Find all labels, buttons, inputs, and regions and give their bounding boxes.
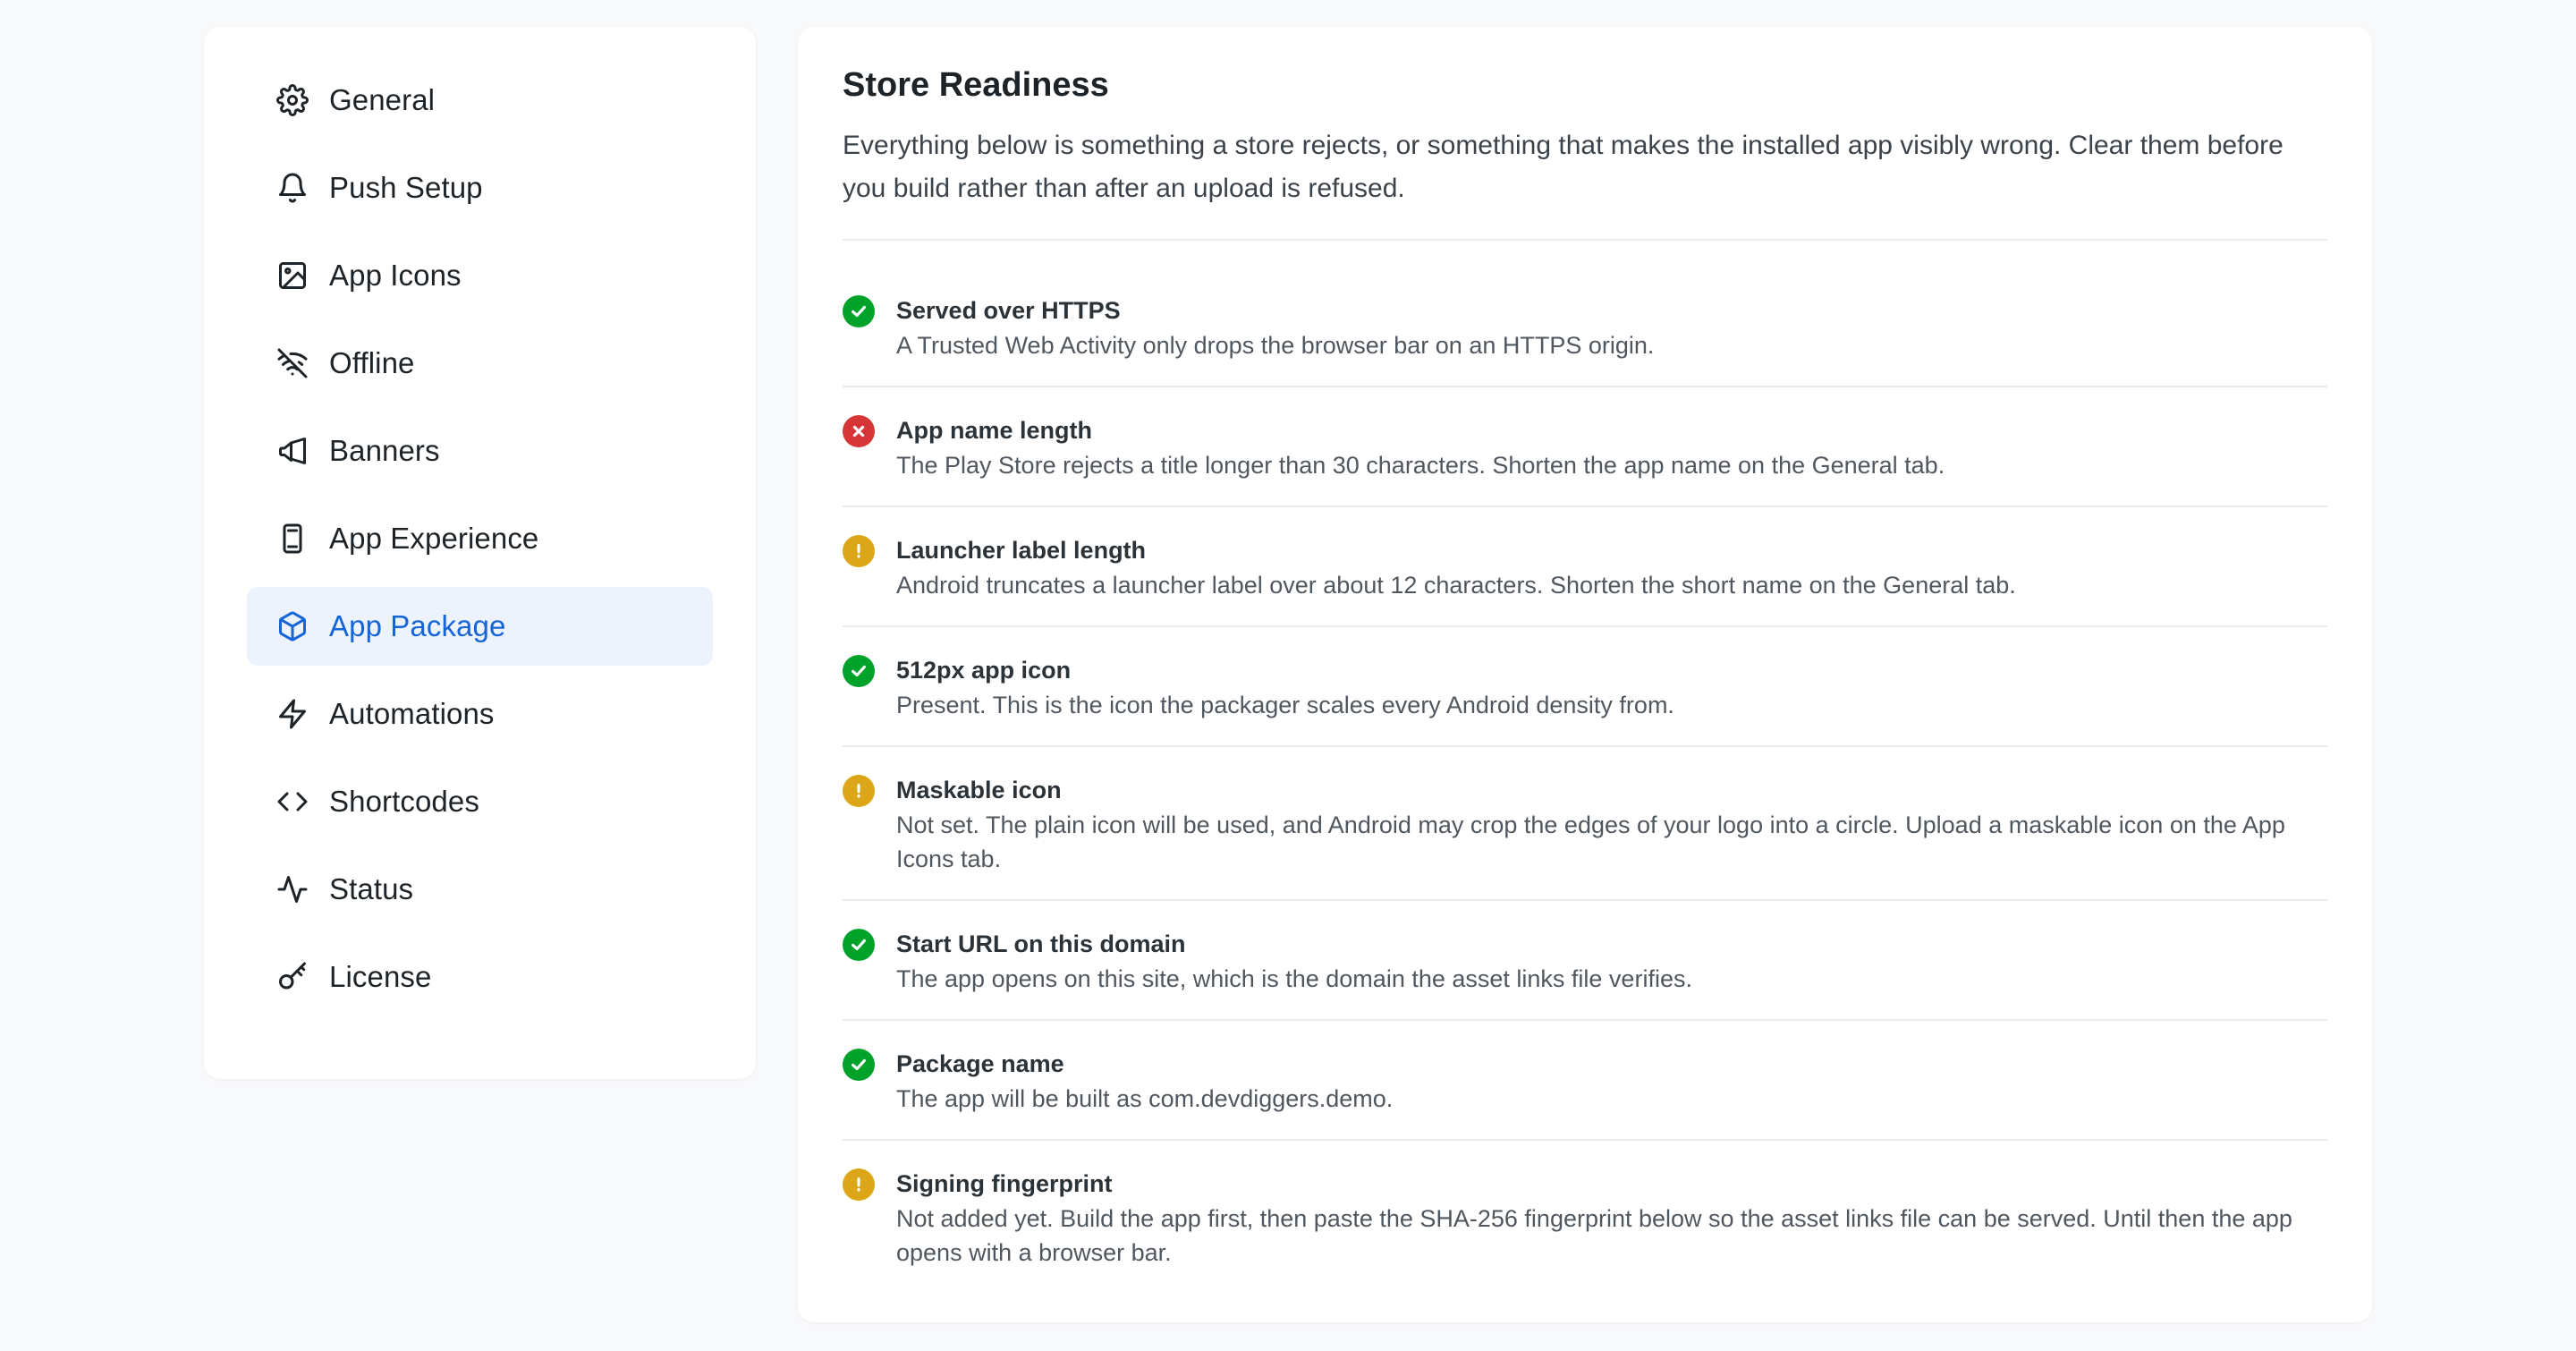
check-circle-icon	[843, 295, 875, 327]
sidebar-item-label: Offline	[329, 346, 415, 379]
settings-sidebar: General Push Setup App Icons Offline Ban…	[204, 27, 756, 1079]
check-description: The app will be built as com.devdiggers.…	[896, 1085, 1394, 1112]
check-title: Signing fingerprint	[896, 1170, 1113, 1197]
sidebar-item-label: App Package	[329, 609, 506, 642]
check-title: Launcher label length	[896, 537, 1147, 564]
check-description: Not set. The plain icon will be used, an…	[896, 811, 2285, 872]
sidebar-item-app-package[interactable]: App Package	[247, 587, 713, 666]
megaphone-icon	[275, 434, 309, 468]
check-description: Not added yet. Build the app first, then…	[896, 1205, 2292, 1266]
key-icon	[275, 960, 309, 994]
sidebar-item-label: Push Setup	[329, 171, 483, 204]
check-item: Launcher label length Android truncates …	[843, 507, 2327, 627]
sidebar-item-label: App Icons	[329, 259, 462, 292]
sidebar-item-label: Shortcodes	[329, 785, 479, 818]
lightning-icon	[275, 697, 309, 731]
check-circle-icon	[843, 929, 875, 961]
gear-icon	[275, 83, 309, 117]
check-item: Package name The app will be built as co…	[843, 1021, 2327, 1141]
sidebar-item-status[interactable]: Status	[247, 850, 713, 929]
store-readiness-panel: Store Readiness Everything below is some…	[798, 27, 2372, 1322]
check-title: Served over HTTPS	[896, 297, 1121, 324]
page-title: Store Readiness	[843, 66, 1109, 104]
sidebar-item-label: App Experience	[329, 522, 539, 555]
check-title: Maskable icon	[896, 777, 1062, 803]
sidebar-item-license[interactable]: License	[247, 938, 713, 1016]
sidebar-item-offline[interactable]: Offline	[247, 324, 713, 403]
sidebar-item-label: General	[329, 83, 436, 116]
check-title: App name length	[896, 417, 1093, 444]
image-icon	[275, 259, 309, 293]
check-description: The Play Store rejects a title longer th…	[896, 452, 1945, 479]
box-icon	[275, 609, 309, 643]
check-circle-icon	[843, 1049, 875, 1081]
check-circle-icon	[843, 655, 875, 687]
sidebar-item-automations[interactable]: Automations	[247, 675, 713, 753]
phone-icon	[275, 522, 309, 556]
code-icon	[275, 785, 309, 819]
check-title: Package name	[896, 1050, 1064, 1077]
check-item: 512px app icon Present. This is the icon…	[843, 627, 2327, 747]
check-title: 512px app icon	[896, 657, 1072, 684]
check-description: A Trusted Web Activity only drops the br…	[896, 332, 1655, 359]
wifi-off-icon	[275, 346, 309, 380]
check-description: The app opens on this site, which is the…	[896, 965, 1692, 992]
intro-text: Everything below is something a store re…	[843, 124, 2327, 241]
check-description: Present. This is the icon the packager s…	[896, 692, 1674, 718]
pulse-icon	[275, 872, 309, 906]
sidebar-item-app-icons[interactable]: App Icons	[247, 236, 713, 315]
sidebar-item-push-setup[interactable]: Push Setup	[247, 149, 713, 227]
sidebar-item-shortcodes[interactable]: Shortcodes	[247, 762, 713, 841]
warning-circle-icon	[843, 1168, 875, 1201]
sidebar-item-general[interactable]: General	[247, 61, 713, 140]
warning-circle-icon	[843, 775, 875, 807]
sidebar-item-label: License	[329, 960, 432, 993]
sidebar-item-app-experience[interactable]: App Experience	[247, 499, 713, 578]
check-title: Start URL on this domain	[896, 930, 1186, 957]
readiness-check-list: Served over HTTPS A Trusted Web Activity…	[843, 268, 2327, 1293]
sidebar-item-banners[interactable]: Banners	[247, 412, 713, 490]
check-item: Start URL on this domain The app opens o…	[843, 901, 2327, 1021]
check-item: Maskable icon Not set. The plain icon wi…	[843, 747, 2327, 901]
error-circle-icon	[843, 415, 875, 447]
sidebar-item-label: Banners	[329, 434, 440, 467]
sidebar-item-label: Automations	[329, 697, 495, 730]
check-item: App name length The Play Store rejects a…	[843, 387, 2327, 507]
check-description: Android truncates a launcher label over …	[896, 572, 2016, 599]
sidebar-item-label: Status	[329, 872, 414, 905]
warning-circle-icon	[843, 535, 875, 567]
check-item: Served over HTTPS A Trusted Web Activity…	[843, 268, 2327, 387]
bell-icon	[275, 171, 309, 205]
check-item: Signing fingerprint Not added yet. Build…	[843, 1141, 2327, 1293]
